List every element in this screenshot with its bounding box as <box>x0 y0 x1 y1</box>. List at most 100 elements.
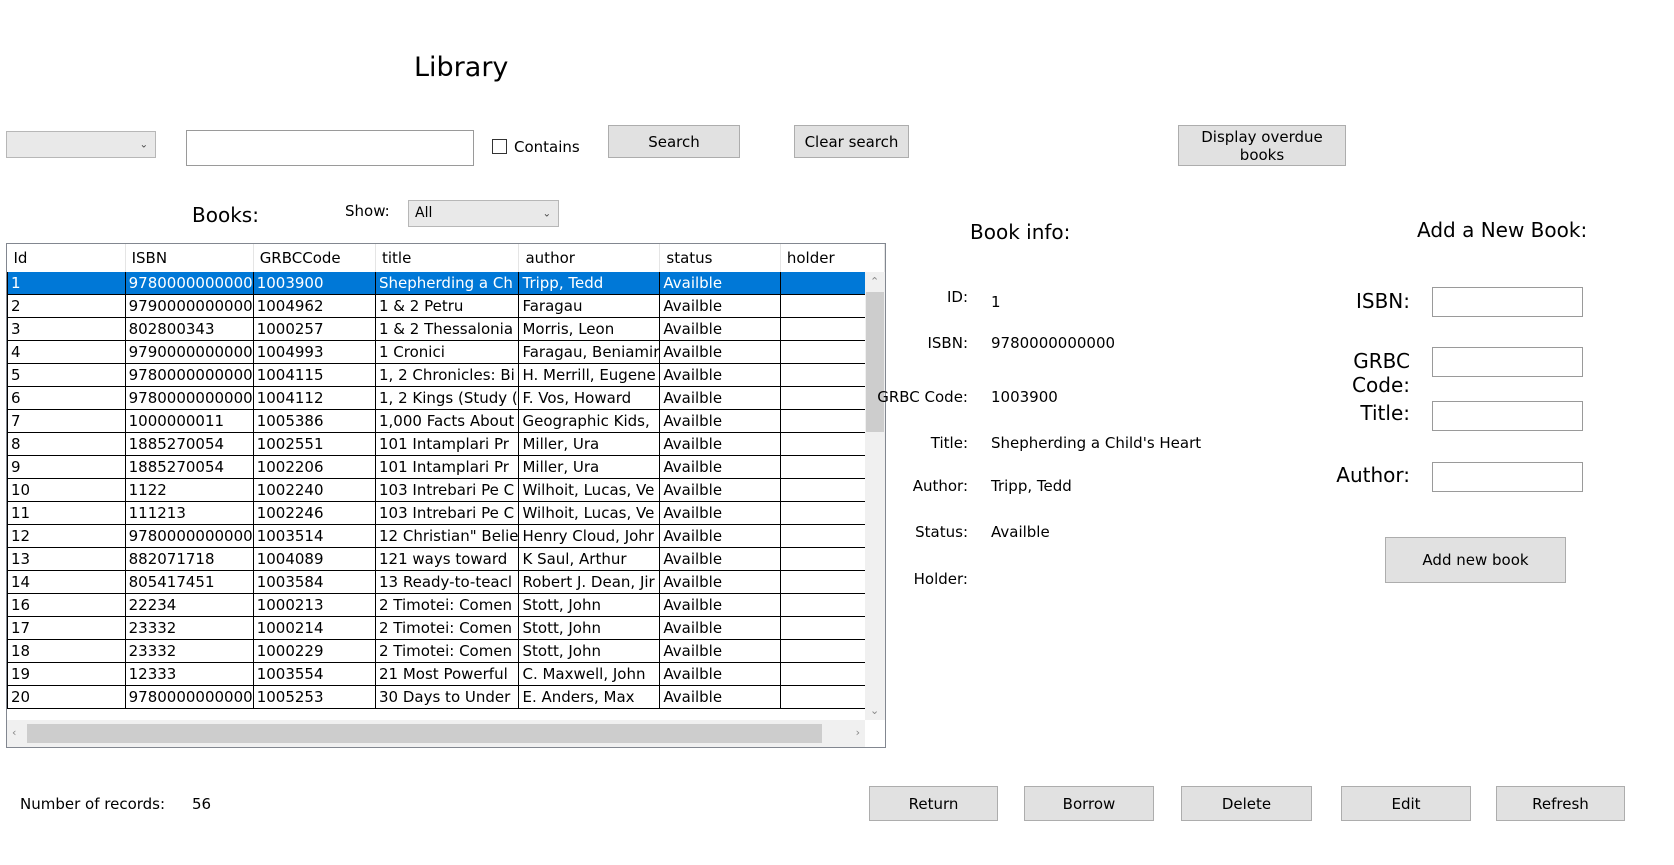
cell-id[interactable]: 16 <box>7 593 126 617</box>
return-button[interactable]: Return <box>869 786 998 821</box>
cell-id[interactable]: 19 <box>7 662 126 686</box>
cell-isbn[interactable]: 805417451 <box>124 570 254 594</box>
table-row[interactable]: 2 9790000000000 1004962 1 & 2 Petru Faragau A… <box>7 294 885 318</box>
vertical-scroll-thumb[interactable] <box>866 292 884 432</box>
cell-status[interactable]: Availble <box>659 547 781 571</box>
cell-author[interactable]: Miller, Ura <box>518 432 661 456</box>
cell-status[interactable]: Availble <box>659 478 781 502</box>
cell-grbccode[interactable]: 1005386 <box>252 409 377 433</box>
cell-status[interactable]: Availble <box>659 386 781 410</box>
column-header-grbccode[interactable]: GRBCCode <box>253 244 377 272</box>
cell-status[interactable]: Availble <box>659 432 781 456</box>
cell-title[interactable]: 121 ways toward <box>374 547 520 571</box>
search-button[interactable]: Search <box>608 125 740 158</box>
table-row[interactable]: 5 9780000000000 1004115 1, 2 Chronicles: Bi… <box>7 363 885 387</box>
cell-grbccode[interactable]: 1004962 <box>252 294 377 318</box>
cell-status[interactable]: Availble <box>659 409 781 433</box>
cell-id[interactable]: 17 <box>7 616 126 640</box>
scroll-left-icon[interactable]: ‹ <box>12 726 16 739</box>
table-row[interactable]: 4 9790000000000 1004993 1 Cronici Faragau, B… <box>7 340 885 364</box>
table-row[interactable]: 1 9780000000000 1003900 Shepherding a Ch Tri… <box>7 272 885 295</box>
cell-grbccode[interactable]: 1003900 <box>252 272 377 295</box>
cell-isbn[interactable]: 1000000011 <box>124 409 254 433</box>
cell-author[interactable]: Morris, Leon <box>518 317 661 341</box>
cell-author[interactable]: Stott, John <box>518 616 661 640</box>
cell-title[interactable]: 103 Intrebari Pe C <box>374 501 520 525</box>
cell-author[interactable]: Stott, John <box>518 593 661 617</box>
delete-button[interactable]: Delete <box>1181 786 1312 821</box>
column-header-holder[interactable]: holder <box>780 244 885 272</box>
cell-isbn[interactable]: 23332 <box>124 616 254 640</box>
cell-grbccode[interactable]: 1003514 <box>252 524 377 548</box>
scroll-up-icon[interactable]: ⌃ <box>870 275 879 288</box>
cell-author[interactable]: Robert J. Dean, Jir <box>518 570 661 594</box>
cell-isbn[interactable]: 1885270054 <box>124 455 254 479</box>
cell-status[interactable]: Availble <box>659 363 781 387</box>
cell-id[interactable]: 14 <box>7 570 126 594</box>
cell-author[interactable]: Stott, John <box>518 639 661 663</box>
table-row[interactable]: 3 802800343 1000257 1 & 2 Thessalonia Morris… <box>7 317 885 341</box>
cell-grbccode[interactable]: 1004089 <box>252 547 377 571</box>
table-row[interactable]: 6 9780000000000 1004112 1, 2 Kings (Study (… <box>7 386 885 410</box>
cell-status[interactable]: Availble <box>659 272 781 295</box>
cell-id[interactable]: 10 <box>7 478 126 502</box>
cell-grbccode[interactable]: 1000213 <box>252 593 377 617</box>
cell-status[interactable]: Availble <box>659 524 781 548</box>
cell-id[interactable]: 9 <box>7 455 126 479</box>
cell-grbccode[interactable]: 1003554 <box>252 662 377 686</box>
scroll-down-icon[interactable]: ⌄ <box>870 704 879 717</box>
cell-title[interactable]: 30 Days to Under <box>374 685 520 709</box>
cell-grbccode[interactable]: 1000229 <box>252 639 377 663</box>
cell-author[interactable]: Miller, Ura <box>518 455 661 479</box>
table-row[interactable]: 20 9780000000000 1005253 30 Days to Under E.… <box>7 685 885 709</box>
cell-status[interactable]: Availble <box>659 639 781 663</box>
cell-isbn[interactable]: 9780000000000 <box>124 685 254 709</box>
cell-id[interactable]: 7 <box>7 409 126 433</box>
cell-isbn[interactable]: 22234 <box>124 593 254 617</box>
cell-status[interactable]: Availble <box>659 570 781 594</box>
column-header-isbn[interactable]: ISBN <box>125 244 254 272</box>
cell-grbccode[interactable]: 1002551 <box>252 432 377 456</box>
cell-id[interactable]: 18 <box>7 639 126 663</box>
cell-status[interactable]: Availble <box>659 662 781 686</box>
cell-grbccode[interactable]: 1002246 <box>252 501 377 525</box>
cell-author[interactable]: Henry Cloud, Johr <box>518 524 661 548</box>
cell-status[interactable]: Availble <box>659 593 781 617</box>
cell-isbn[interactable]: 9780000000000 <box>124 524 254 548</box>
cell-author[interactable]: Faragau, Beniamir <box>518 340 661 364</box>
cell-title[interactable]: 21 Most Powerful <box>374 662 520 686</box>
cell-title[interactable]: 1 & 2 Petru <box>374 294 520 318</box>
table-row[interactable]: 18 23332 1000229 2 Timotei: Comen Stott, Joh… <box>7 639 885 663</box>
horizontal-scroll-thumb[interactable] <box>27 724 822 743</box>
cell-title[interactable]: 1 & 2 Thessalonia <box>374 317 520 341</box>
cell-title[interactable]: 1,000 Facts About <box>374 409 520 433</box>
column-header-title[interactable]: title <box>375 244 520 272</box>
table-row[interactable]: 13 882071718 1004089 121 ways toward K Saul,… <box>7 547 885 571</box>
cell-isbn[interactable]: 882071718 <box>124 547 254 571</box>
cell-isbn[interactable]: 9780000000000 <box>124 363 254 387</box>
new-grbc-field[interactable] <box>1432 347 1583 377</box>
cell-status[interactable]: Availble <box>659 340 781 364</box>
cell-grbccode[interactable]: 1000214 <box>252 616 377 640</box>
table-row[interactable]: 16 22234 1000213 2 Timotei: Comen Stott, Joh… <box>7 593 885 617</box>
search-input[interactable] <box>186 130 474 166</box>
cell-author[interactable]: E. Anders, Max <box>518 685 661 709</box>
cell-title[interactable]: 13 Ready-to-teacl <box>374 570 520 594</box>
cell-author[interactable]: C. Maxwell, John <box>518 662 661 686</box>
show-filter-combo[interactable]: All ⌄ <box>408 200 559 227</box>
cell-grbccode[interactable]: 1002206 <box>252 455 377 479</box>
cell-title[interactable]: 101 Intamplari Pr <box>374 432 520 456</box>
cell-id[interactable]: 4 <box>7 340 126 364</box>
cell-id[interactable]: 3 <box>7 317 126 341</box>
cell-author[interactable]: H. Merrill, Eugene <box>518 363 661 387</box>
cell-id[interactable]: 8 <box>7 432 126 456</box>
cell-id[interactable]: 1 <box>7 272 126 295</box>
table-row[interactable]: 14 805417451 1003584 13 Ready-to-teacl Rober… <box>7 570 885 594</box>
cell-author[interactable]: Wilhoit, Lucas, Ve <box>518 501 661 525</box>
cell-author[interactable]: Faragau <box>518 294 661 318</box>
cell-grbccode[interactable]: 1000257 <box>252 317 377 341</box>
cell-isbn[interactable]: 9780000000000 <box>124 272 254 295</box>
cell-title[interactable]: 2 Timotei: Comen <box>374 593 520 617</box>
cell-id[interactable]: 20 <box>7 685 126 709</box>
cell-title[interactable]: 1 Cronici <box>374 340 520 364</box>
